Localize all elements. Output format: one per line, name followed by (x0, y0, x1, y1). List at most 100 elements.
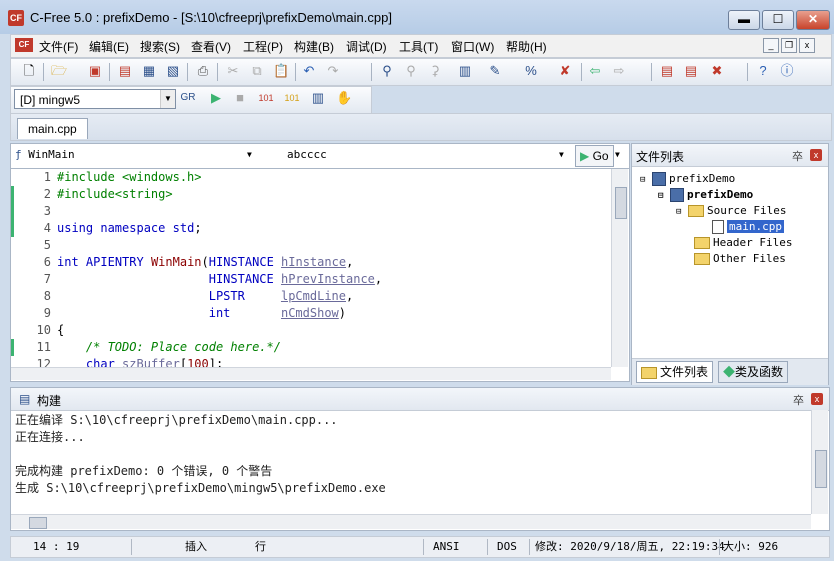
undo-icon[interactable]: ↶ (301, 63, 317, 79)
toolbar-separator (747, 63, 748, 81)
menu-tools[interactable]: 工具(T) (399, 38, 438, 55)
folder-icon (641, 366, 657, 379)
format-icon[interactable]: % (523, 63, 539, 79)
bookmark-icon[interactable]: ✎ (487, 63, 503, 79)
copy-icon[interactable]: ⧉ (249, 63, 265, 79)
function-combo[interactable]: ƒ WinMain (15, 146, 255, 164)
redo-icon[interactable]: ↷ (325, 63, 341, 79)
editor-vertical-scrollbar[interactable] (611, 169, 628, 367)
compiler-select-value: [D] mingw5 (20, 93, 81, 107)
compiler-config-icon[interactable]: GR (180, 90, 196, 106)
code-area[interactable]: 1 #include <windows.h> 2 #include<string> 3 4… (11, 169, 611, 371)
code-editor[interactable]: 1 #include <windows.h> 2 #include<string> 3 4… (10, 168, 630, 382)
mdi-restore-button[interactable]: ❐ (781, 38, 797, 53)
editor-horizontal-scrollbar[interactable] (11, 367, 611, 380)
line-text: /* TODO: Place code here.*/ (57, 340, 281, 354)
chevron-down-icon[interactable]: ▼ (559, 146, 564, 164)
tree-folder-header[interactable]: Header Files (694, 236, 792, 250)
find-icon[interactable]: ⚲ (379, 63, 395, 79)
run-icon[interactable]: ▶ (208, 90, 224, 106)
print-icon[interactable]: ⎙ (195, 63, 211, 79)
toolbar-separator (187, 63, 188, 81)
menu-help[interactable]: 帮助(H) (506, 38, 547, 55)
cut-icon[interactable]: ✂ (225, 63, 241, 79)
tree-folder-source[interactable]: ⊟ Source Files (676, 204, 787, 219)
build-icon[interactable]: 101 (284, 90, 300, 106)
find-next-icon[interactable]: ⚲ (403, 63, 419, 79)
pin-icon[interactable]: 卒 (792, 148, 803, 164)
line-number: 8 (43, 289, 51, 303)
compiler-select[interactable]: [D] mingw5 ▼ (14, 89, 176, 109)
build-log-icon[interactable]: ▥ (310, 90, 326, 106)
debug-hand-icon[interactable]: ✋ (336, 90, 352, 106)
toolbar-separator (295, 63, 296, 81)
tab-file-list[interactable]: 文件列表 (636, 361, 714, 383)
go-button-label: Go (592, 149, 609, 163)
class-icon: ◆ (723, 365, 736, 379)
forward-arrow-icon[interactable]: ⇨ (611, 63, 627, 79)
scroll-thumb[interactable] (29, 517, 47, 529)
paste-icon[interactable]: 📋 (273, 63, 289, 79)
help-icon[interactable]: ? (755, 63, 771, 79)
tool-icon[interactable]: ✘ (557, 63, 573, 79)
tab-file-list-label: 文件列表 (660, 365, 709, 379)
close-icon[interactable]: x (810, 149, 822, 161)
function-combo-value: WinMain (28, 148, 75, 161)
menu-build[interactable]: 构建(B) (294, 38, 334, 55)
collapse-icon[interactable]: ⊟ (658, 191, 663, 201)
go-button[interactable]: ▶ Go (575, 145, 614, 167)
stop-icon[interactable]: ■ (232, 90, 248, 106)
symbol-combo[interactable]: abcccc (287, 146, 557, 164)
chevron-down-icon[interactable]: ▼ (247, 146, 252, 164)
compile-icon[interactable]: 101 (258, 90, 274, 106)
build-vertical-scrollbar[interactable] (811, 410, 828, 514)
build-header: ▤ 构建 卒 x (11, 388, 829, 411)
menu-file[interactable]: 文件(F) (39, 38, 78, 55)
open-recent-icon[interactable]: ▤ (117, 63, 133, 79)
build-output-line: 生成 S:\10\cfreeprj\prefixDemo\mingw5\pref… (15, 481, 386, 495)
menu-view[interactable]: 查看(V) (191, 38, 231, 55)
menu-project[interactable]: 工程(P) (243, 38, 283, 55)
scroll-thumb[interactable] (815, 450, 827, 488)
tree-root[interactable]: ⊟ prefixDemo (640, 172, 735, 187)
chevron-down-icon[interactable]: ▼ (615, 146, 620, 164)
bookmark-toggle-icon[interactable]: ▤ (659, 63, 675, 79)
menu-debug[interactable]: 调试(D) (346, 38, 387, 55)
tree-folder-other[interactable]: Other Files (694, 252, 786, 266)
bookmark-next-icon[interactable]: ▤ (683, 63, 699, 79)
mdi-minimize-button[interactable]: _ (763, 38, 779, 53)
chevron-down-icon[interactable]: ▼ (160, 90, 175, 108)
maximize-button[interactable]: ☐ (762, 10, 794, 30)
tree-project[interactable]: ⊟ prefixDemo (658, 188, 753, 203)
tab-main-cpp[interactable]: main.cpp (17, 118, 88, 139)
save-icon[interactable]: ▦ (141, 63, 157, 79)
tree-file-main[interactable]: main.cpp (712, 220, 784, 234)
close-button[interactable]: ✕ (796, 10, 830, 30)
open-folder-icon[interactable]: 🗁 (51, 63, 67, 79)
close-icon[interactable]: x (811, 393, 823, 405)
pin-icon[interactable]: 卒 (793, 392, 804, 408)
mdi-close-button[interactable]: x (799, 38, 815, 53)
collapse-icon[interactable]: ⊟ (640, 175, 645, 185)
info-icon[interactable]: ⓘ (779, 63, 795, 79)
tab-classes[interactable]: ◆类及函数 (718, 361, 789, 383)
line-text: int nCmdShow) (208, 306, 347, 320)
window-title: C-Free 5.0 : prefixDemo - [S:\10\cfreepr… (30, 10, 392, 25)
minimize-button[interactable]: ▬ (728, 10, 760, 30)
goto-line-icon[interactable]: ▥ (457, 63, 473, 79)
scroll-thumb[interactable] (615, 187, 627, 219)
build-output[interactable]: 正在编译 S:\10\cfreeprj\prefixDemo\main.cpp.… (11, 412, 811, 512)
new-file-icon[interactable]: 🗋 (21, 63, 37, 79)
toolbar-separator (109, 63, 110, 81)
replace-icon[interactable]: ⚳ (427, 63, 443, 79)
bookmark-clear-icon[interactable]: ✖ (709, 63, 725, 79)
collapse-icon[interactable]: ⊟ (676, 207, 681, 217)
build-horizontal-scrollbar[interactable] (11, 514, 811, 529)
menu-edit[interactable]: 编辑(E) (89, 38, 129, 55)
menu-search[interactable]: 搜索(S) (140, 38, 180, 55)
menu-window[interactable]: 窗口(W) (451, 38, 494, 55)
back-arrow-icon[interactable]: ⇦ (587, 63, 603, 79)
save-all-icon[interactable]: ▧ (165, 63, 181, 79)
status-separator (487, 539, 488, 555)
open-project-icon[interactable]: ▣ (87, 63, 103, 79)
